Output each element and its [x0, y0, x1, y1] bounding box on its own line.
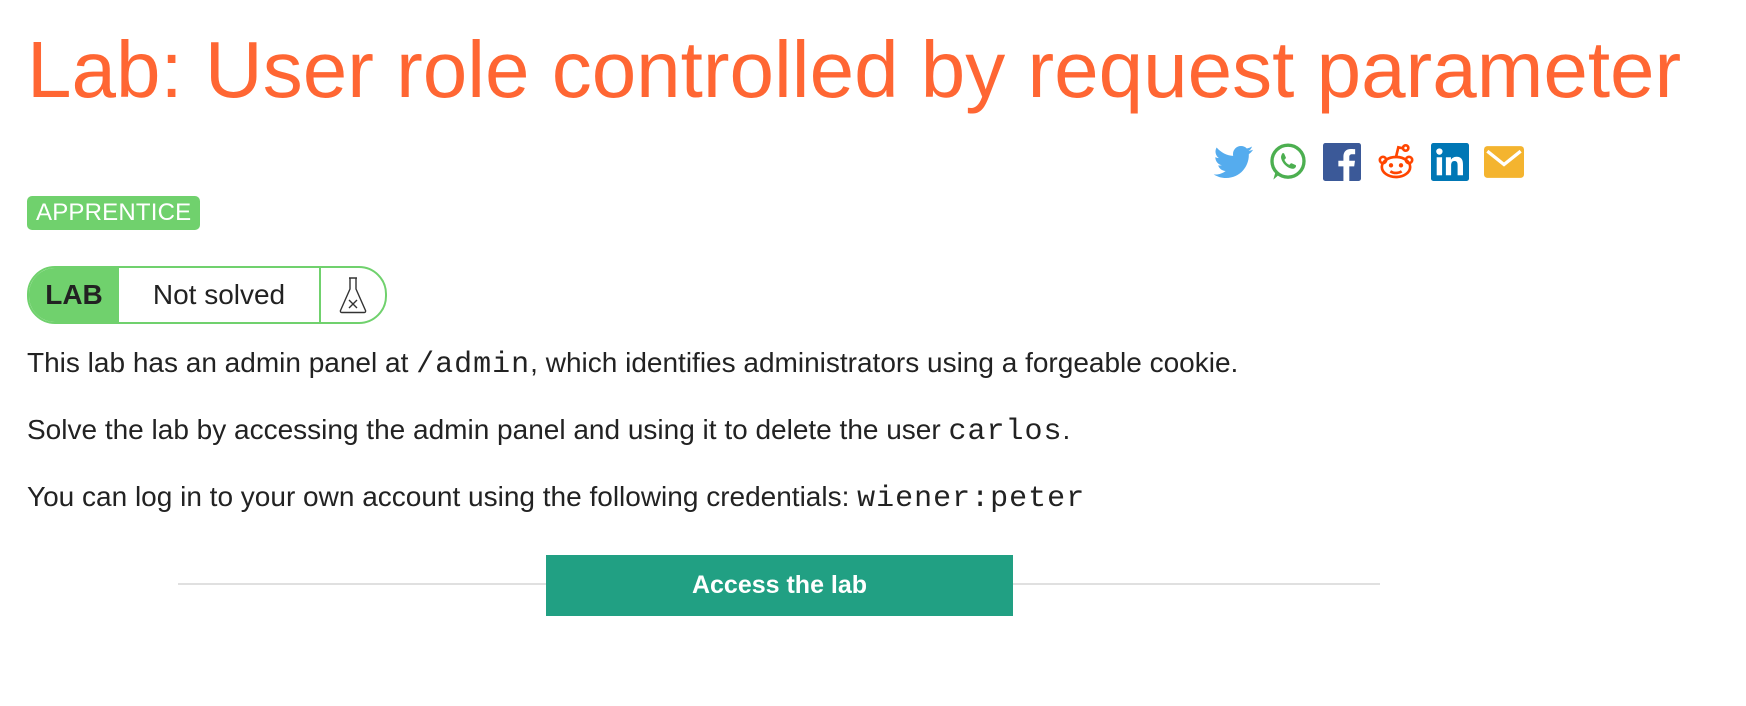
page-title: Lab: User role controlled by request par… — [27, 25, 1682, 114]
facebook-icon[interactable] — [1320, 140, 1364, 184]
linkedin-icon[interactable] — [1428, 140, 1472, 184]
reddit-icon[interactable] — [1374, 140, 1418, 184]
lab-status-text: Not solved — [119, 268, 321, 322]
level-badge: APPRENTICE — [27, 196, 201, 230]
whatsapp-icon[interactable] — [1266, 140, 1310, 184]
flask-icon — [321, 268, 385, 322]
access-lab-button[interactable]: Access the lab — [546, 555, 1013, 616]
description-paragraph-3: You can log in to your own account using… — [27, 481, 1086, 516]
code-username: carlos — [948, 415, 1063, 449]
email-icon[interactable] — [1482, 140, 1526, 184]
code-credentials: wiener:peter — [857, 482, 1086, 516]
code-admin-path: /admin — [416, 348, 531, 382]
description-paragraph-2: Solve the lab by accessing the admin pan… — [27, 414, 1071, 449]
lab-status-tag: LAB — [29, 268, 119, 322]
share-icons — [1212, 140, 1526, 184]
description-paragraph-1: This lab has an admin panel at /admin, w… — [27, 347, 1239, 382]
lab-status-widget: LAB Not solved — [27, 266, 387, 324]
twitter-icon[interactable] — [1212, 140, 1256, 184]
